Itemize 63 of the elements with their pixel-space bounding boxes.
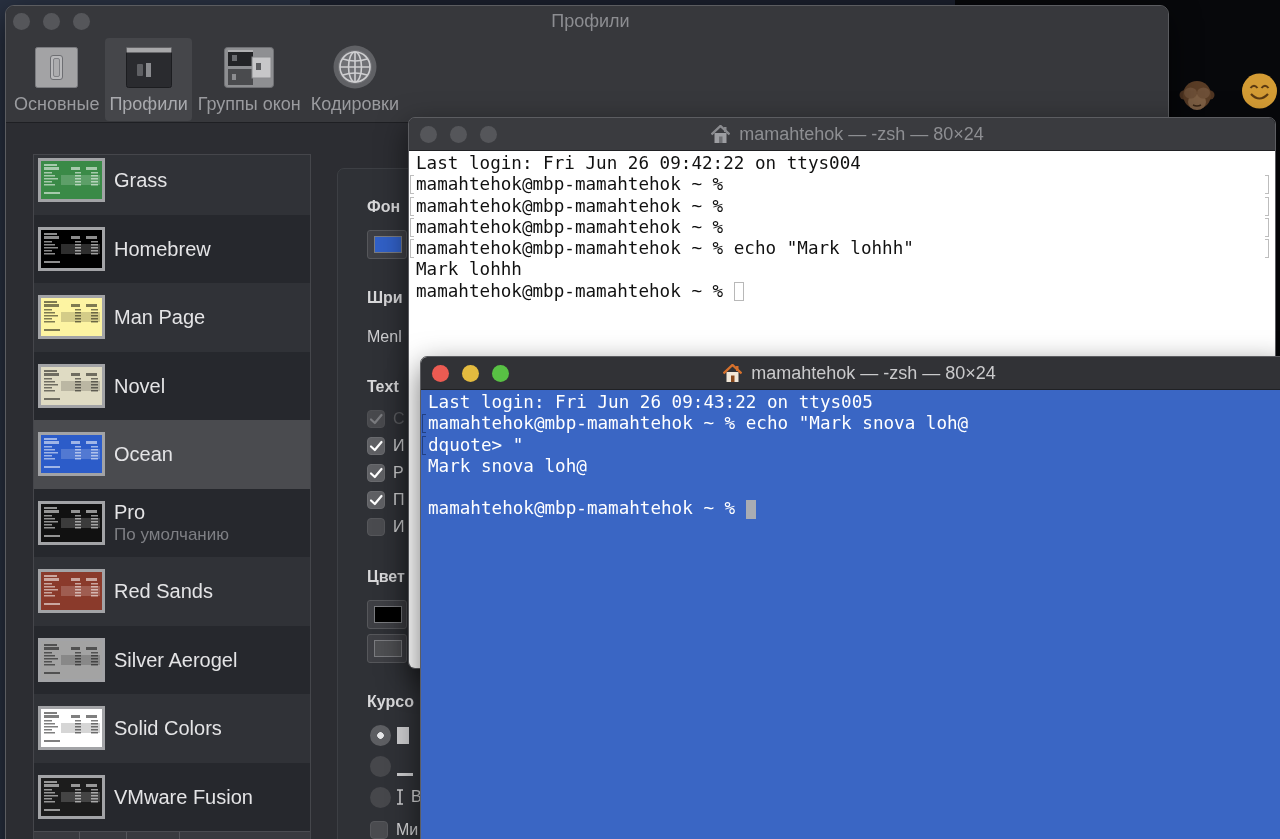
terminal-line: mamahtehok@mbp-mamahtehok ~ % xyxy=(416,216,724,239)
terminal-line: mamahtehok@mbp-mamahtehok ~ % echo "Mark snova loh@ xyxy=(428,413,969,435)
toolbar-tab[interactable]: Группы окон xyxy=(193,38,305,121)
terminal-line: Mark snova loh@ xyxy=(428,455,587,478)
terminal-line: mamahtehok@mbp-mamahtehok ~ % xyxy=(416,195,724,217)
terminal-line: Mark lohhh xyxy=(416,259,522,281)
profile-list-item[interactable]: Grass xyxy=(34,155,310,215)
terminal-line: mamahtehok@mbp-mamahtehok ~ % xyxy=(428,498,736,520)
house-icon xyxy=(723,364,743,382)
checkbox-label: П xyxy=(393,490,405,510)
color-well-button[interactable] xyxy=(367,230,407,259)
checkbox-label: И xyxy=(393,436,405,456)
house-icon xyxy=(711,125,731,143)
monkey-face-icon xyxy=(1179,78,1215,112)
block-cursor-icon xyxy=(397,726,409,744)
terminal-line: mamahtehok@mbp-mamahtehok ~ % xyxy=(416,280,724,303)
zoom-button[interactable] xyxy=(492,364,509,382)
profile-list-item[interactable]: Ocean xyxy=(34,420,310,489)
close-button[interactable] xyxy=(432,364,449,382)
light-switch-icon xyxy=(35,46,79,88)
close-button[interactable] xyxy=(13,12,30,30)
terminal-line: Last login: Fri Jun 26 09:42:22 on ttys004 xyxy=(416,153,861,175)
checkbox[interactable] xyxy=(367,437,385,455)
section-heading: Цвет xyxy=(367,567,405,587)
profile-list-item[interactable]: Red Sands xyxy=(34,557,310,626)
terminal-line: mamahtehok@mbp-mamahtehok ~ % echo "Mark lohhh" xyxy=(416,238,914,260)
i-beam-cursor-icon xyxy=(397,789,403,805)
radio-button[interactable] xyxy=(370,724,391,746)
terminal-window-icon xyxy=(125,46,172,88)
terminal-line: Last login: Fri Jun 26 09:43:22 on ttys005 xyxy=(428,392,873,414)
toolbar-tab[interactable]: Основные xyxy=(10,38,104,121)
section-heading: Шри xyxy=(367,288,403,308)
window-title: mamahtehok — -zsh — 80×24 xyxy=(751,362,996,384)
checkbox-label: Ми xyxy=(396,820,419,839)
checkbox-label: И xyxy=(393,517,405,537)
window-title: Профили xyxy=(551,10,630,32)
checkbox[interactable] xyxy=(367,518,385,536)
color-well-button[interactable] xyxy=(367,600,407,629)
underline-cursor-icon xyxy=(397,773,413,776)
terminal-line: dquote> " xyxy=(428,434,524,456)
color-well-button[interactable] xyxy=(367,634,407,663)
checkbox-label: Р xyxy=(393,463,404,483)
checkbox[interactable] xyxy=(370,821,388,839)
section-heading: Курсо xyxy=(367,692,414,712)
stacked-windows-icon xyxy=(224,46,275,88)
profile-list-item[interactable]: Solid Colors xyxy=(34,694,310,763)
minimize-button[interactable] xyxy=(462,364,479,382)
text-cursor-icon xyxy=(733,281,744,301)
font-name-text: Menl xyxy=(367,327,402,347)
section-heading: Text xyxy=(367,377,399,397)
profile-list-item[interactable]: Man Page xyxy=(34,283,310,352)
window-title: mamahtehok — -zsh — 80×24 xyxy=(739,123,984,145)
toolbar-tab[interactable]: Профили xyxy=(105,38,192,121)
checkbox[interactable] xyxy=(367,491,385,509)
checkbox[interactable] xyxy=(367,464,385,482)
radio-button[interactable] xyxy=(370,755,391,777)
section-heading: Фон xyxy=(367,197,401,217)
toolbar-tab[interactable]: Кодировки xyxy=(306,38,403,121)
text-cursor-icon xyxy=(745,499,756,519)
globe-icon xyxy=(332,45,377,89)
radio-button[interactable] xyxy=(370,786,391,808)
smiling-face-icon xyxy=(1241,73,1278,109)
terminal-line: mamahtehok@mbp-mamahtehok ~ % xyxy=(416,174,724,196)
